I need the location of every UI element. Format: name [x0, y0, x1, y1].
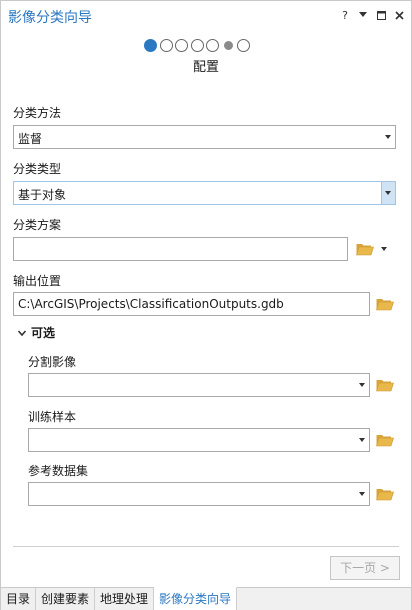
close-icon[interactable]	[393, 8, 405, 22]
footer-divider	[13, 546, 399, 547]
tab-geoprocessing[interactable]: 地理处理	[95, 588, 155, 610]
next-page-button[interactable]: 下一页 >	[330, 556, 400, 580]
dropdown-button[interactable]	[381, 182, 395, 204]
pane-title: 影像分类向导	[8, 10, 92, 26]
reference-dataset-select[interactable]	[28, 482, 370, 506]
step-dot-7	[237, 39, 250, 52]
dock-tab-bar: 目录 创建要素 地理处理 影像分类向导	[1, 587, 411, 610]
step-dot-6	[223, 41, 233, 50]
classification-schema-input[interactable]	[13, 237, 348, 261]
training-samples-label: 训练样本	[28, 410, 77, 424]
folder-icon[interactable]	[376, 433, 394, 447]
menu-dropdown-icon[interactable]	[357, 8, 369, 22]
step-title: 配置	[192, 60, 219, 75]
chevron-down-icon	[359, 383, 365, 387]
reference-dataset-label: 参考数据集	[28, 464, 89, 478]
segmented-image-label: 分割影像	[28, 355, 77, 369]
classification-method-label: 分类方法	[13, 106, 62, 120]
step-dot-3	[175, 39, 188, 52]
folder-icon[interactable]	[376, 487, 394, 501]
maximize-icon[interactable]	[375, 8, 387, 22]
folder-icon[interactable]	[376, 378, 394, 392]
segmented-image-select[interactable]	[28, 373, 370, 397]
classification-type-label: 分类类型	[13, 162, 62, 176]
step-dot-5	[206, 39, 219, 52]
tab-create-features[interactable]: 创建要素	[36, 588, 96, 610]
chevron-down-icon	[359, 492, 365, 496]
classification-type-value: 基于对象	[18, 188, 67, 202]
chevron-down-icon	[18, 329, 26, 336]
chevron-down-icon	[359, 438, 365, 442]
classification-method-select[interactable]: 监督	[13, 125, 396, 149]
output-location-value: C:\ArcGIS\Projects\ClassificationOutputs…	[18, 297, 284, 311]
title-bar-controls: ?	[339, 7, 405, 23]
chevron-down-icon	[385, 135, 391, 139]
optional-section-toggle[interactable]: 可选	[18, 324, 55, 341]
schema-options-dropdown-icon[interactable]	[381, 247, 387, 251]
classification-schema-label: 分类方案	[13, 218, 62, 232]
folder-icon[interactable]	[356, 242, 374, 256]
classification-type-select[interactable]: 基于对象	[13, 181, 396, 205]
output-location-label: 输出位置	[13, 274, 62, 288]
chevron-down-icon	[385, 191, 391, 195]
output-location-input[interactable]: C:\ArcGIS\Projects\ClassificationOutputs…	[13, 292, 370, 316]
step-dot-1	[144, 39, 157, 52]
help-button[interactable]: ?	[339, 8, 351, 22]
optional-section-label: 可选	[31, 326, 56, 340]
tab-image-classification-wizard[interactable]: 影像分类向导	[154, 587, 238, 610]
classification-method-value: 监督	[18, 132, 43, 146]
tab-catalog[interactable]: 目录	[1, 588, 37, 610]
training-samples-select[interactable]	[28, 428, 370, 452]
folder-icon[interactable]	[376, 297, 394, 311]
wizard-pane: 影像分类向导 ? 配置 分类方法 监督 分类类型 基于对象 分类方案 输出位置 …	[0, 0, 412, 610]
step-dot-4	[190, 39, 204, 52]
title-bar: 影像分类向导 ?	[1, 1, 411, 31]
step-dot-2	[159, 39, 173, 52]
step-indicator	[144, 39, 250, 52]
